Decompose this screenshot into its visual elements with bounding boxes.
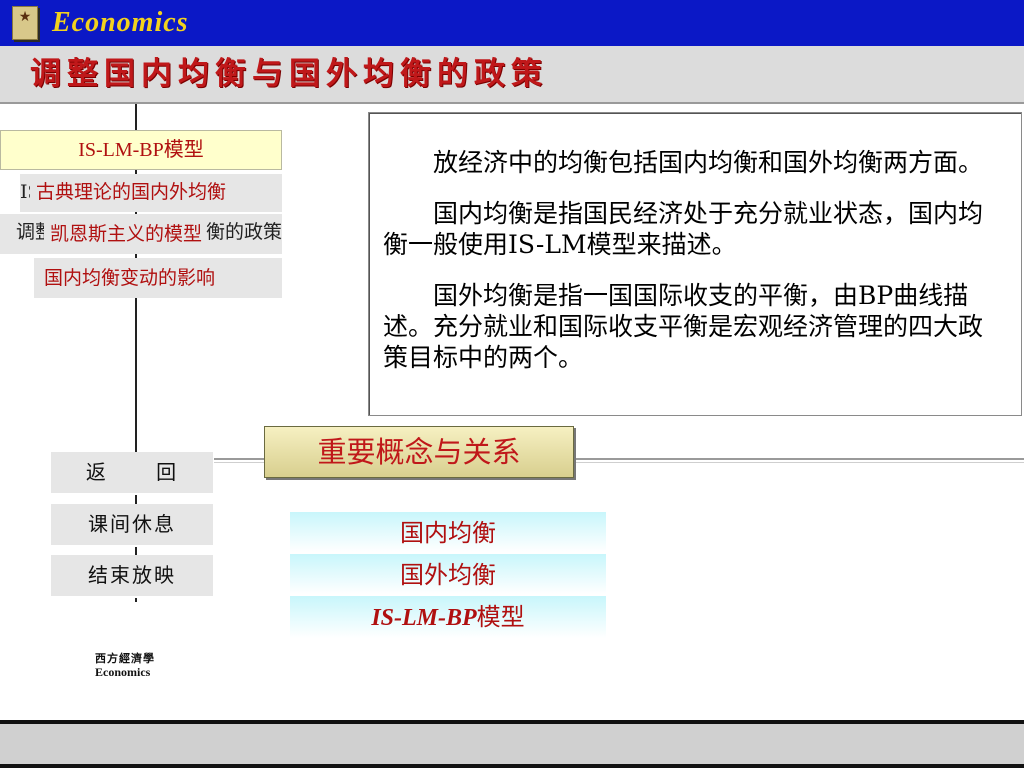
menu-item-label: 国内均衡变动的影响 xyxy=(38,260,220,296)
back-button[interactable]: 返 回 xyxy=(51,452,213,495)
menu-item-classical-theory[interactable]: IS曲线 古典理论的国内外均衡 xyxy=(20,174,282,212)
info-paragraph: 放经济中的均衡包括国内均衡和国外均衡两方面。 xyxy=(433,148,984,177)
end-show-button[interactable]: 结束放映 xyxy=(51,555,213,598)
footer-logo-cn: 西方經濟學 xyxy=(95,652,155,665)
footer-logo-en: Economics xyxy=(95,665,151,679)
menu-item-is-lm-bp[interactable]: IS-LM-BP模型 xyxy=(0,130,282,170)
book-logo-icon: ★ xyxy=(12,6,38,40)
menu-item-domestic-change[interactable]: 国内均衡变动的影响 xyxy=(34,258,282,298)
concept-link-en: IS-LM-BP xyxy=(371,605,477,631)
menu-item-keynesian-model[interactable]: 调整国内均衡与国外均衡的政策 凯恩斯主义的模型 xyxy=(0,214,282,254)
concept-link-foreign-equilibrium[interactable]: 国外均衡 xyxy=(290,554,606,594)
break-button[interactable]: 课间休息 xyxy=(51,504,213,547)
bottom-bar xyxy=(0,724,1024,768)
info-text-box: 放经济中的均衡包括国内均衡和国外均衡两方面。 国内均衡是指国民经济处于充分就业状… xyxy=(368,112,1022,416)
concept-link-is-lm-bp[interactable]: IS-LM-BP模型 xyxy=(290,596,606,638)
concepts-heading: 重要概念与关系 xyxy=(264,426,574,478)
concept-link-domestic-equilibrium[interactable]: 国内均衡 xyxy=(290,512,606,552)
concept-link-cn: 模型 xyxy=(476,603,525,631)
info-paragraph: 国外均衡是指一国国际收支的平衡，由BP曲线描述。充分就业和国际收支平衡是宏观经济… xyxy=(383,281,984,372)
menu-item-label: 凯恩斯主义的模型 xyxy=(44,216,207,252)
slide-title: 调整国内均衡与国外均衡的政策 xyxy=(30,56,548,92)
info-paragraph: 国内均衡是指国民经济处于充分就业状态，国内均衡一般使用IS-LM模型来描述。 xyxy=(383,199,984,259)
menu-item-label: 古典理论的国内外均衡 xyxy=(30,174,231,210)
brand-title: Economics xyxy=(52,7,189,38)
